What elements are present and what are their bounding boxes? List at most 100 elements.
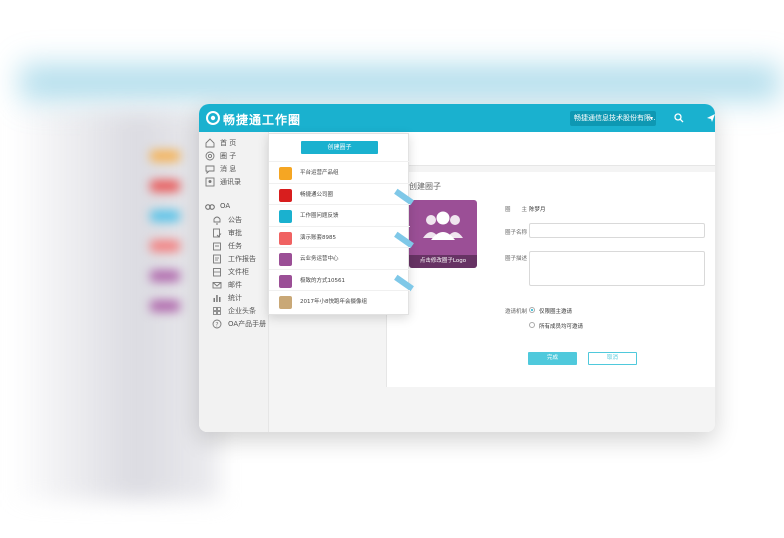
form-title: 创建圈子 [409, 182, 441, 191]
blurred-chip [150, 300, 180, 312]
sidebar: 首 页 圈 子 消 息 通讯录 OA 公告 审批 任务 工作报告 文件柜 邮件 … [199, 132, 269, 432]
sidebar-item-approval[interactable]: 审批 [203, 227, 269, 239]
circle-list-item-label: 工作圈问题反馈 [300, 213, 339, 219]
circle-list-item[interactable]: 极致的方式10561 [269, 268, 414, 291]
svg-text:?: ? [215, 321, 218, 328]
sidebar-item-label: OA产品手册 [228, 320, 267, 328]
sidebar-item-cabinet[interactable]: 文件柜 [203, 266, 269, 278]
invite-radio-owner[interactable] [529, 307, 535, 313]
blurred-header [20, 55, 780, 110]
circle-name-input[interactable] [529, 223, 705, 238]
sidebar-item-report[interactable]: 工作报告 [203, 253, 269, 265]
mail-icon [212, 282, 222, 289]
circle-list-item[interactable]: 云业务运营中心 [269, 247, 410, 269]
sidebar-item-label: 通讯录 [220, 178, 241, 186]
circle-desc-input[interactable] [529, 251, 705, 286]
create-circle-button[interactable]: 创建圈子 [301, 141, 378, 154]
sidebar-item-label: 消 息 [220, 165, 237, 173]
org-select-label: 畅捷通信息技术股份有限... [574, 114, 656, 122]
sidebar-item-oa[interactable]: OA [203, 200, 269, 212]
invite-label: 邀请机制 [505, 309, 528, 315]
circle-list-item[interactable]: 工作圈问题反馈 [269, 204, 410, 226]
send-icon[interactable] [706, 113, 715, 123]
owner-value: 陈梦月 [529, 207, 546, 213]
group-icon [423, 211, 463, 240]
circle-avatar-icon [279, 167, 292, 180]
invite-option-all: 所有成员均可邀请 [539, 324, 584, 330]
circle-logo-upload[interactable]: 点击修改圈子Logo [409, 200, 477, 268]
sidebar-item-home[interactable]: 首 页 [203, 137, 269, 149]
help-icon: ? [212, 319, 222, 329]
circle-list-item-label: 云业务运营中心 [300, 256, 339, 262]
chart-icon [213, 295, 221, 302]
circle-list-item-label: 畅捷通公司圈 [300, 191, 334, 198]
circle-list-item-label: 极致的方式10561 [300, 277, 345, 284]
contacts-icon [205, 177, 215, 187]
circle-list-item[interactable]: 畅捷通公司圈 [269, 182, 414, 205]
news-icon [213, 307, 221, 315]
circle-avatar-icon [279, 188, 292, 202]
sidebar-item-label: 企业头条 [228, 307, 256, 315]
circle-list-item[interactable]: 平台运营产品组 [269, 161, 410, 183]
sidebar-item-manual[interactable]: ? OA产品手册 [203, 318, 269, 330]
blurred-chip [150, 210, 180, 222]
sidebar-item-label: 邮件 [228, 281, 242, 289]
sidebar-item-label: 公告 [228, 216, 242, 224]
app-title: 畅捷通工作圈 [223, 113, 302, 127]
sidebar-item-message[interactable]: 消 息 [203, 163, 269, 175]
blurred-panel [10, 110, 220, 500]
chevron-down-icon: ▾ [649, 115, 653, 122]
circle-list-item[interactable]: 2017年小8快跑年会摄像组 [269, 290, 410, 312]
create-circle-form: 创建圈子 点击修改圈子Logo 圈 主 陈梦月 圈子名称 圈子描述 邀请机制 仅… [386, 172, 715, 387]
sidebar-item-label: 工作报告 [228, 255, 256, 263]
bell-icon [213, 216, 221, 225]
message-icon [205, 165, 215, 174]
submit-button[interactable]: 完成 [528, 352, 577, 365]
sidebar-item-label: 统计 [228, 294, 242, 302]
owner-label: 圈 主 [505, 207, 528, 213]
sidebar-item-news[interactable]: 企业头条 [203, 305, 269, 317]
sidebar-item-circle[interactable]: 圈 子 [203, 150, 269, 162]
app-logo-icon [206, 111, 220, 125]
sidebar-item-label: 文件柜 [228, 268, 249, 276]
sidebar-item-notice[interactable]: 公告 [203, 214, 269, 226]
circle-avatar-icon [279, 253, 292, 266]
task-icon [213, 242, 221, 251]
sidebar-item-label: 首 页 [220, 139, 237, 147]
org-select[interactable]: 畅捷通信息技术股份有限... ▾ [570, 111, 656, 126]
sidebar-item-label: 审批 [228, 229, 242, 237]
home-icon [205, 138, 215, 148]
invite-option-owner: 仅限圈主邀请 [539, 309, 573, 315]
sidebar-item-contacts[interactable]: 通讯录 [203, 176, 269, 188]
blurred-chip [150, 150, 180, 162]
desc-label: 圈子描述 [505, 256, 528, 262]
report-icon [213, 254, 221, 264]
circle-list-item[interactable]: 演示账套8985 [269, 225, 414, 248]
circle-list-item-label: 2017年小8快跑年会摄像组 [300, 299, 367, 305]
sidebar-item-stats[interactable]: 统计 [203, 292, 269, 304]
circle-icon [205, 151, 215, 161]
circle-avatar-icon [279, 296, 292, 309]
blurred-chip [150, 240, 180, 252]
name-label: 圈子名称 [505, 230, 528, 236]
blurred-chip [150, 270, 180, 282]
search-icon[interactable] [674, 113, 684, 123]
sidebar-item-label: 任务 [228, 242, 242, 250]
cabinet-icon [213, 268, 221, 277]
circle-dropdown: 创建圈子 平台运营产品组 畅捷通公司圈 工作圈问题反馈 演示账套8985 云业务运营中心… [268, 133, 414, 315]
circle-list-item-label: 演示账套8985 [300, 234, 336, 241]
circle-avatar-icon [279, 210, 292, 223]
sidebar-item-mail[interactable]: 邮件 [203, 279, 269, 291]
sidebar-item-label: 圈 子 [220, 152, 237, 160]
circle-list-item-label: 平台运营产品组 [300, 170, 339, 176]
logo-caption: 点击修改圈子Logo [409, 255, 477, 268]
sidebar-item-label: OA [220, 202, 231, 210]
top-bar: 畅捷通工作圈 畅捷通信息技术股份有限... ▾ [199, 104, 715, 132]
oa-icon [205, 204, 215, 210]
approval-icon [213, 228, 222, 238]
circle-avatar-icon [279, 231, 292, 245]
invite-radio-all[interactable] [529, 322, 535, 328]
sidebar-item-task[interactable]: 任务 [203, 240, 269, 252]
cancel-button[interactable]: 取消 [588, 352, 637, 365]
blurred-chip [150, 180, 180, 192]
